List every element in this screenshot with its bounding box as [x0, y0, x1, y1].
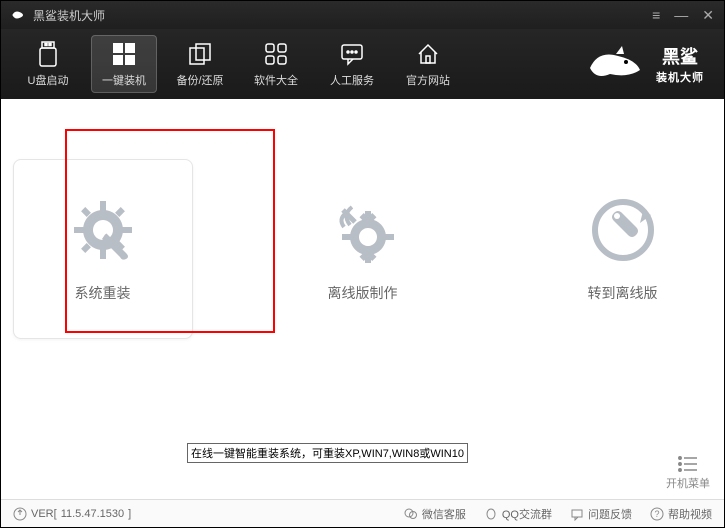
tooltip: 在线一键智能重装系统，可重装XP,WIN7,WIN8或WIN10 — [187, 443, 468, 463]
status-wechat-support[interactable]: 微信客服 — [404, 506, 466, 522]
minimize-button[interactable]: — — [674, 8, 688, 22]
logo-text-1: 黑鲨 — [662, 43, 698, 69]
boot-menu-button[interactable]: 开机菜单 — [666, 455, 710, 491]
update-icon — [13, 507, 27, 521]
offline-gear-icon — [328, 195, 398, 265]
brand-logo: 黑鲨 装机大师 — [588, 44, 710, 84]
menu-button[interactable]: ≡ — [652, 8, 660, 22]
option-offline-create[interactable]: 离线版制作 — [273, 159, 453, 339]
list-icon — [677, 455, 699, 473]
refresh-wrench-icon — [588, 195, 658, 265]
option-goto-offline[interactable]: 转到离线版 — [533, 159, 713, 339]
toolbar-label: 一键装机 — [102, 72, 146, 88]
status-help-video[interactable]: ? 帮助视频 — [650, 506, 712, 522]
apps-icon — [263, 40, 289, 68]
toolbar: U盘启动 一键装机 备份/还原 软件大全 人工服务 官方网站 — [1, 29, 724, 99]
usb-icon — [37, 40, 59, 68]
toolbar-support[interactable]: 人工服务 — [319, 35, 385, 93]
option-label: 转到离线版 — [588, 283, 658, 303]
chat-icon — [339, 40, 365, 68]
toolbar-label: 官方网站 — [406, 72, 450, 88]
option-system-reinstall[interactable]: 系统重装 — [13, 159, 193, 339]
toolbar-label: U盘启动 — [28, 72, 69, 88]
toolbar-software[interactable]: 软件大全 — [243, 35, 309, 93]
close-button[interactable]: ✕ — [702, 8, 714, 22]
status-qq-group[interactable]: QQ交流群 — [484, 506, 552, 522]
titlebar: 黑鲨装机大师 ≡ — ✕ — [1, 1, 724, 29]
toolbar-label: 人工服务 — [330, 72, 374, 88]
app-title: 黑鲨装机大师 — [33, 7, 105, 24]
feedback-icon — [570, 507, 584, 521]
toolbar-one-click-install[interactable]: 一键装机 — [91, 35, 157, 93]
toolbar-backup-restore[interactable]: 备份/还原 — [167, 35, 233, 93]
svg-text:?: ? — [654, 509, 659, 519]
toolbar-label: 备份/还原 — [176, 72, 223, 88]
home-icon — [415, 40, 441, 68]
shark-icon — [588, 44, 642, 84]
statusbar: VER[11.5.47.1530] 微信客服 QQ交流群 问题反馈 ? 帮助视频 — [1, 499, 724, 527]
logo-text-2: 装机大师 — [656, 69, 704, 85]
wechat-icon — [404, 507, 418, 521]
help-icon: ? — [650, 507, 664, 521]
option-label: 系统重装 — [75, 283, 131, 303]
main-content: 系统重装 离线版制作 转到离线版 在线一键智能重装系统，可重装XP,WIN7,W… — [1, 99, 724, 479]
boot-menu-label: 开机菜单 — [666, 475, 710, 491]
version-info[interactable]: VER[11.5.47.1530] — [13, 507, 131, 521]
status-feedback[interactable]: 问题反馈 — [570, 506, 632, 522]
toolbar-label: 软件大全 — [254, 72, 298, 88]
qq-icon — [484, 507, 498, 521]
toolbar-website[interactable]: 官方网站 — [395, 35, 461, 93]
option-label: 离线版制作 — [328, 283, 398, 303]
windows-icon — [111, 40, 137, 68]
gear-wrench-icon — [68, 195, 138, 265]
copy-icon — [187, 40, 213, 68]
app-logo-icon — [11, 7, 27, 23]
toolbar-usb-boot[interactable]: U盘启动 — [15, 35, 81, 93]
